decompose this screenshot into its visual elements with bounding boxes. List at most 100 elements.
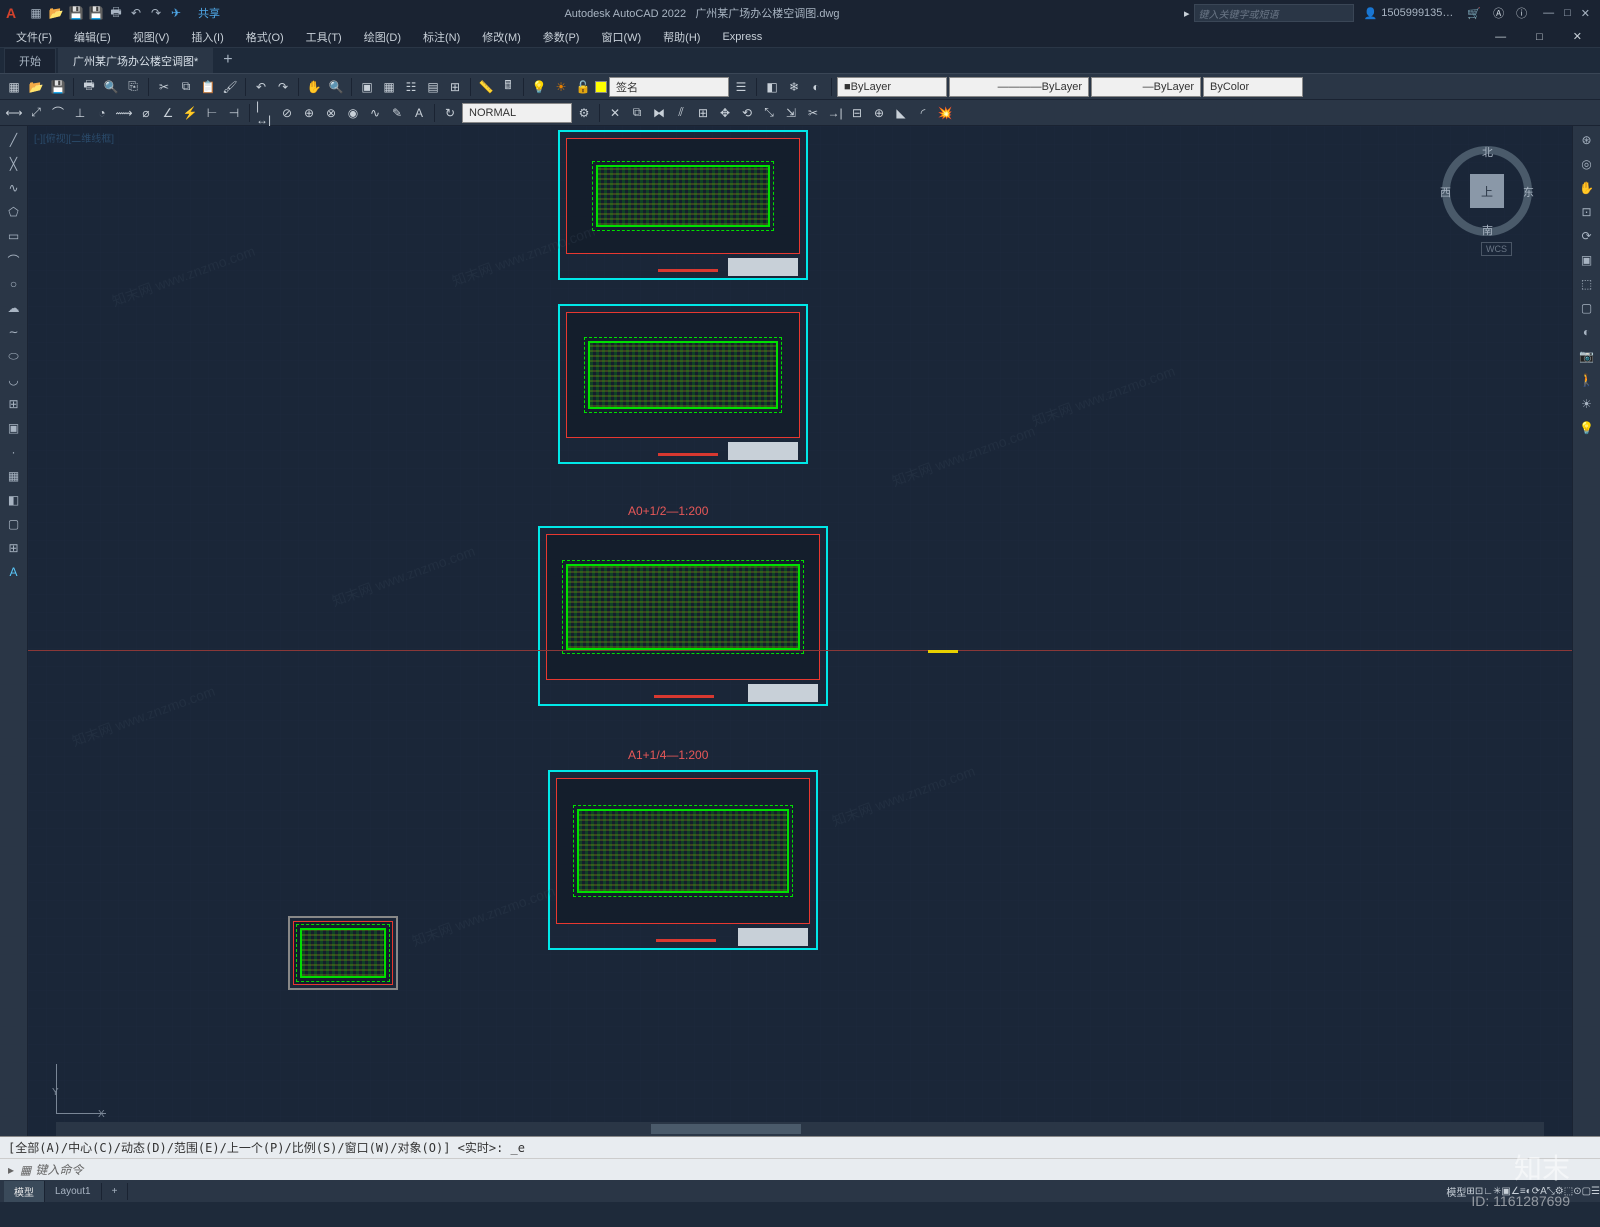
sun-icon[interactable]: ☀: [551, 77, 571, 97]
arc-icon[interactable]: ⌒: [4, 250, 24, 270]
qat-undo-icon[interactable]: ↶: [128, 5, 144, 21]
spline-icon[interactable]: ∼: [4, 322, 24, 342]
dimedit-icon[interactable]: ✎: [387, 103, 407, 123]
dim-arc-icon[interactable]: ⌒: [48, 103, 68, 123]
region-icon[interactable]: ▢: [4, 514, 24, 534]
vstyle-icon[interactable]: ◐: [1577, 322, 1597, 342]
viewcube-north[interactable]: 北: [1482, 144, 1493, 160]
menu-edit[interactable]: 编辑(E): [64, 27, 121, 47]
lock-icon[interactable]: 🔓: [573, 77, 593, 97]
tab-drawing[interactable]: 广州某广场办公楼空调图*: [58, 48, 213, 73]
qat-send-icon[interactable]: ✈: [168, 5, 184, 21]
viewcube-west[interactable]: 西: [1440, 184, 1451, 200]
drawing-sheet-thumb[interactable]: [288, 916, 398, 990]
mirror-icon[interactable]: ⧓: [649, 103, 669, 123]
view2d-icon[interactable]: ▢: [1577, 298, 1597, 318]
new-icon[interactable]: ▦: [4, 77, 24, 97]
layer-tool-icon[interactable]: ◧: [762, 77, 782, 97]
dim-break-icon[interactable]: ⊘: [277, 103, 297, 123]
copy-icon[interactable]: ⧉: [176, 77, 196, 97]
makeblock-icon[interactable]: ▣: [4, 418, 24, 438]
polygon-icon[interactable]: ⬠: [4, 202, 24, 222]
view3d-icon[interactable]: ⬚: [1577, 274, 1597, 294]
share-button[interactable]: 共享: [198, 5, 220, 21]
pline-icon[interactable]: ∿: [4, 178, 24, 198]
menu-express[interactable]: Express: [712, 29, 772, 45]
sheet-icon[interactable]: ▤: [423, 77, 443, 97]
dimtedit-icon[interactable]: A: [409, 103, 429, 123]
tab-start[interactable]: 开始: [4, 48, 56, 73]
menu-modify[interactable]: 修改(M): [472, 27, 531, 47]
trim-icon[interactable]: ✂: [803, 103, 823, 123]
extend-icon[interactable]: →|: [825, 103, 845, 123]
circle-icon[interactable]: ○: [4, 274, 24, 294]
pan-icon[interactable]: ✋: [304, 77, 324, 97]
orbit-icon[interactable]: ⟳: [1577, 226, 1597, 246]
qat-save-icon[interactable]: 💾: [68, 5, 84, 21]
match-icon[interactable]: 🖌: [220, 77, 240, 97]
help-search-input[interactable]: 键入关键字或短语: [1194, 4, 1354, 22]
qat-open-icon[interactable]: 📂: [48, 5, 64, 21]
walk-icon[interactable]: 🚶: [1577, 370, 1597, 390]
point-icon[interactable]: ·: [4, 442, 24, 462]
dim-dia-icon[interactable]: ⌀: [136, 103, 156, 123]
render-icon[interactable]: ☀: [1577, 394, 1597, 414]
fillet-icon[interactable]: ◜: [913, 103, 933, 123]
qat-plot-icon[interactable]: 🖶: [108, 5, 124, 21]
viewcube-east[interactable]: 东: [1523, 184, 1534, 200]
ellipse-icon[interactable]: ⬭: [4, 346, 24, 366]
layermgr-icon[interactable]: ☰: [731, 77, 751, 97]
menu-window[interactable]: 窗口(W): [591, 27, 651, 47]
doc-max-icon[interactable]: □: [1526, 29, 1553, 45]
wcs-label[interactable]: WCS: [1481, 242, 1512, 256]
tolerance-icon[interactable]: ⊕: [299, 103, 319, 123]
copy2-icon[interactable]: ⧉: [627, 103, 647, 123]
preview-icon[interactable]: 🔍: [101, 77, 121, 97]
paste-icon[interactable]: 📋: [198, 77, 218, 97]
fullnav-icon[interactable]: ⊛: [1577, 130, 1597, 150]
jogline-icon[interactable]: ∿: [365, 103, 385, 123]
insert-icon[interactable]: ⊞: [4, 394, 24, 414]
join-icon[interactable]: ⊕: [869, 103, 889, 123]
doc-min-icon[interactable]: —: [1485, 29, 1516, 45]
inspect-icon[interactable]: ◉: [343, 103, 363, 123]
rect-icon[interactable]: ▭: [4, 226, 24, 246]
plotstyle-dropdown[interactable]: ByColor: [1203, 77, 1303, 97]
chamfer-icon[interactable]: ◣: [891, 103, 911, 123]
erase-icon[interactable]: ✕: [605, 103, 625, 123]
xline-icon[interactable]: ╳: [4, 154, 24, 174]
viewcube-south[interactable]: 南: [1482, 222, 1493, 238]
rotate-icon[interactable]: ⟲: [737, 103, 757, 123]
mtext-icon[interactable]: A: [4, 562, 24, 582]
dim-radius-icon[interactable]: ◔: [92, 103, 112, 123]
doc-close-icon[interactable]: ✕: [1563, 28, 1592, 45]
drawing-sheet-3[interactable]: [538, 526, 828, 706]
line-icon[interactable]: ╱: [4, 130, 24, 150]
info-icon[interactable]: ⓘ: [1516, 5, 1527, 21]
gradient-icon[interactable]: ◧: [4, 490, 24, 510]
view-cube[interactable]: 上 北 南 东 西: [1442, 146, 1532, 236]
drawing-sheet-1[interactable]: [558, 130, 808, 280]
user-label[interactable]: 1505999135…: [1381, 7, 1453, 19]
cut-icon[interactable]: ✂: [154, 77, 174, 97]
status-hw-icon[interactable]: ⊙: [1573, 1186, 1581, 1197]
dimstyle-icon[interactable]: ⚙: [574, 103, 594, 123]
array-icon[interactable]: ⊞: [693, 103, 713, 123]
publish-icon[interactable]: ⎘: [123, 77, 143, 97]
zoom-icon[interactable]: 🔍: [326, 77, 346, 97]
menu-help[interactable]: 帮助(H): [653, 27, 710, 47]
explode-icon[interactable]: 💥: [935, 103, 955, 123]
open-icon[interactable]: 📂: [26, 77, 46, 97]
dimstyle-dropdown[interactable]: NORMAL: [462, 103, 572, 123]
status-model[interactable]: 模型: [1446, 1184, 1466, 1199]
menu-file[interactable]: 文件(F): [6, 27, 62, 47]
menu-insert[interactable]: 插入(I): [181, 27, 233, 47]
viewport-label[interactable]: [-][俯视][二维线框]: [34, 130, 114, 145]
menu-draw[interactable]: 绘图(D): [354, 27, 411, 47]
wheel-icon[interactable]: ◎: [1577, 154, 1597, 174]
maximize-button[interactable]: □: [1564, 7, 1571, 20]
app-menu-icon[interactable]: Ⓐ: [1493, 5, 1504, 21]
zoomext-icon[interactable]: ⊡: [1577, 202, 1597, 222]
viewcube-top[interactable]: 上: [1470, 174, 1504, 208]
color-dropdown[interactable]: ■ ByLayer: [837, 77, 947, 97]
